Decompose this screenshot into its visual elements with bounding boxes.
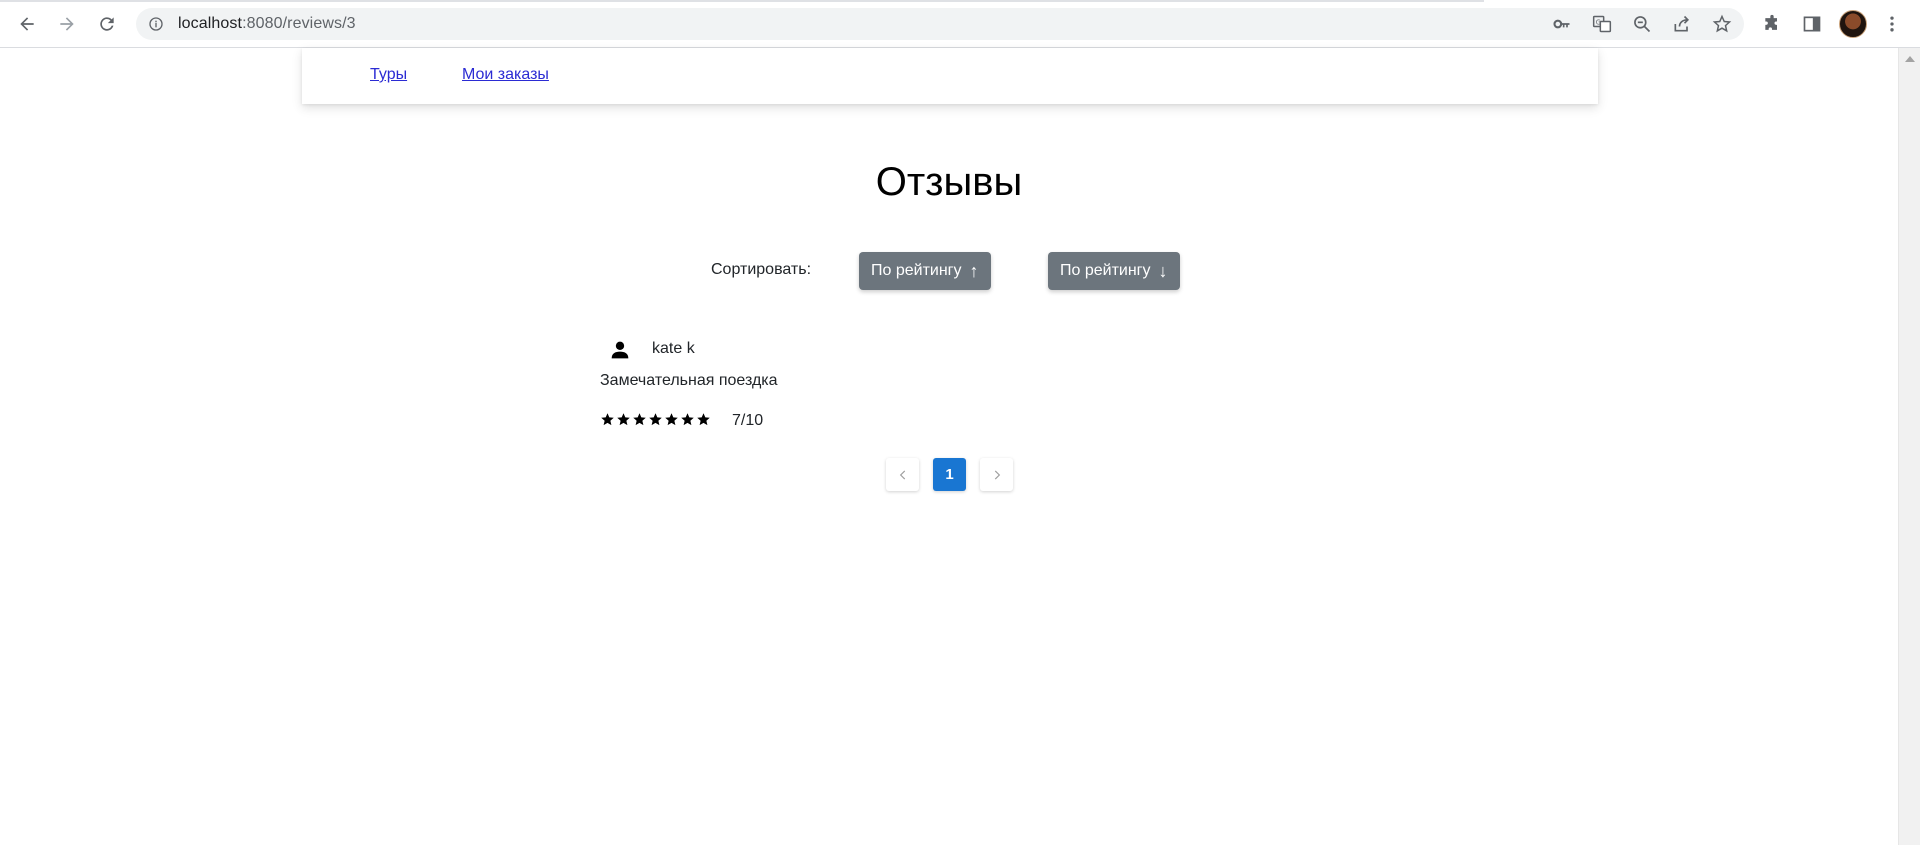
arrow-down-icon: ↓	[1158, 261, 1168, 281]
key-icon[interactable]	[1552, 14, 1572, 34]
nav-link-tours[interactable]: Туры	[370, 66, 407, 84]
chevron-right-icon	[994, 470, 1000, 479]
sort-rating-asc-button[interactable]: По рейтингу ↑	[859, 252, 991, 290]
extensions-icon[interactable]	[1762, 14, 1782, 34]
sort-asc-label: По рейтингу	[871, 262, 962, 279]
chevron-left-icon	[899, 470, 905, 479]
sort-label: Сортировать:	[711, 261, 812, 278]
zoom-out-icon[interactable]	[1632, 14, 1652, 34]
star-icon	[665, 413, 678, 426]
top-navbar: Туры Мои заказы	[302, 48, 1598, 104]
star-icon	[633, 413, 646, 426]
reload-button[interactable]	[92, 9, 122, 39]
share-icon[interactable]	[1672, 14, 1692, 34]
nav-link-my-orders[interactable]: Мои заказы	[462, 66, 549, 84]
url-text: localhost:8080/reviews/3	[178, 15, 356, 33]
page-title: Отзывы	[875, 160, 1023, 204]
review-author: kate k	[652, 340, 695, 357]
reload-icon	[100, 17, 114, 31]
star-icon	[617, 413, 630, 426]
arrow-left-icon	[20, 17, 34, 31]
star-bookmark-icon[interactable]	[1712, 14, 1732, 34]
star-icon	[681, 413, 694, 426]
more-vert-icon[interactable]	[1882, 14, 1902, 34]
review-stars	[600, 412, 711, 427]
side-panel-icon[interactable]	[1802, 14, 1822, 34]
forward-button[interactable]	[52, 9, 82, 39]
prev-page-button[interactable]	[886, 458, 919, 491]
profile-avatar[interactable]	[1839, 10, 1867, 38]
star-icon	[697, 413, 710, 426]
back-button[interactable]	[12, 9, 42, 39]
arrow-up-icon: ↑	[969, 261, 979, 281]
tab-strip-edge	[0, 0, 1484, 2]
page-scrollbar[interactable]	[1898, 48, 1920, 845]
review-text: Замечательная поездка	[600, 372, 778, 389]
page-button-current[interactable]: 1	[933, 458, 966, 491]
review-rating: 7/10	[732, 412, 764, 429]
sort-desc-label: По рейтингу	[1060, 262, 1151, 279]
browser-toolbar: localhost:8080/reviews/3 G	[0, 0, 1920, 48]
star-icon	[601, 413, 614, 426]
pagination: 1	[886, 458, 1013, 491]
star-icon	[649, 413, 662, 426]
svg-text:G: G	[1596, 18, 1601, 26]
user-icon	[611, 341, 629, 359]
next-page-button[interactable]	[980, 458, 1013, 491]
info-icon[interactable]	[148, 16, 164, 32]
url-host: localhost	[178, 15, 243, 32]
sort-rating-desc-button[interactable]: По рейтингу ↓	[1048, 252, 1180, 290]
arrow-right-icon	[60, 17, 74, 31]
translate-icon[interactable]: G	[1592, 14, 1612, 34]
url-path: :8080/reviews/3	[242, 15, 356, 32]
address-bar[interactable]: localhost:8080/reviews/3	[136, 8, 1744, 40]
scroll-up-icon[interactable]	[1905, 56, 1915, 62]
